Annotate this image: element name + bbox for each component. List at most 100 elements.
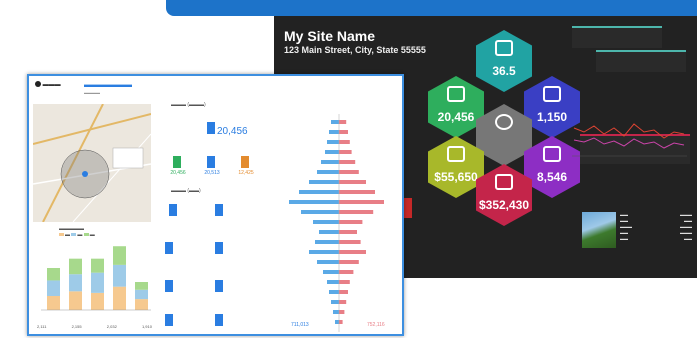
stacked-bar-segment xyxy=(47,280,60,296)
pyramid-bar-male xyxy=(329,130,339,134)
site-name: My Site Name xyxy=(284,28,376,44)
pyramid-bar-female xyxy=(339,120,347,124)
callout-households xyxy=(596,50,686,72)
bottom-value: 1,910 xyxy=(141,324,152,329)
pyramid-bar-female xyxy=(339,320,343,324)
bottom-value: 2,111 xyxy=(37,324,47,329)
stacked-bar-segment xyxy=(69,274,82,292)
age-group-icon xyxy=(215,204,223,216)
stacked-bar-segment xyxy=(47,296,60,310)
male-icon xyxy=(173,156,181,168)
bottom-value: 2,155 xyxy=(71,324,82,329)
pyramid-bar-male xyxy=(329,290,339,294)
dashboard-title: ▬▬▬▬▬▬ xyxy=(84,80,132,89)
stacked-bar-chart xyxy=(41,246,151,311)
screenshot-stage: { "colors": { "banner": "#1d73c9", "dark… xyxy=(0,0,697,338)
red-accent xyxy=(404,198,412,218)
pyramid-bar-male xyxy=(325,150,339,154)
pyramid-bar-female xyxy=(339,170,359,174)
data-network-icon xyxy=(495,114,513,130)
count-child: 20,513 xyxy=(204,170,220,176)
pyramid-bar-male xyxy=(301,210,339,214)
people-icon xyxy=(495,40,513,56)
footer-female: 752,116 xyxy=(367,322,385,328)
dashboard-subtitle: ▬▬▬▬ xyxy=(84,90,100,95)
stacked-bar-segment xyxy=(91,292,104,310)
pyramid-bar-female xyxy=(339,290,348,294)
stacked-bar-segment xyxy=(135,289,148,300)
stacked-bar-segment xyxy=(69,258,82,275)
pyramid-bar-female xyxy=(339,260,359,264)
pyramid-bar-male xyxy=(317,170,339,174)
esri-logo: ▬▬▬ xyxy=(35,81,61,88)
pyramid-bar-male xyxy=(331,120,339,124)
pyramid-bar-female xyxy=(339,210,374,214)
age-header: ▬▬▬ (▬▬) xyxy=(171,188,201,194)
age-group-icon xyxy=(165,242,173,254)
pyramid-bar-male xyxy=(319,230,339,234)
pyramid-bar-male xyxy=(309,180,339,184)
hex-median-age: 36.5 xyxy=(476,30,532,92)
pyramid-bar-male xyxy=(315,240,339,244)
property-photo xyxy=(582,212,616,248)
bottom-value: 2,032 xyxy=(106,324,117,329)
hex-home-value: $352,430 xyxy=(476,164,532,226)
pyramid-bar-male xyxy=(323,270,339,274)
age-group-icon xyxy=(215,280,223,292)
stacked-bar-segment xyxy=(135,299,148,310)
group-icon xyxy=(447,86,465,102)
age-group-icon xyxy=(165,314,173,326)
hex-population: 20,456 xyxy=(428,76,484,138)
stacked-bar-segment xyxy=(47,268,60,281)
footer-male: 711,013 xyxy=(291,322,309,328)
pyramid-bar-female xyxy=(339,300,347,304)
population-pyramid xyxy=(289,114,384,332)
pyramid-bar-male xyxy=(289,200,339,204)
pyramid-bar-female xyxy=(339,310,345,314)
home-value-icon xyxy=(495,174,513,190)
stacked-bar-segment xyxy=(69,291,82,310)
pyramid-bar-male xyxy=(333,310,339,314)
house-icon xyxy=(543,86,561,102)
pyramid-bar-female xyxy=(339,150,352,154)
pyramid-bar-female xyxy=(339,200,384,204)
money-icon xyxy=(447,146,465,162)
pyramid-bar-male xyxy=(321,160,339,164)
front-dashboard: ▬▬▬ ▬▬▬▬▬▬ ▬▬▬▬ ▬▬▬▬▬ ▬ ▬ ▬ 2,111 2,155 … xyxy=(27,74,404,336)
property-table: ▬▬ ▬▬▬ ▬▬ ▬▬ ▬▬▬ ▬▬▬ ▬▬ ▬▬▬ ▬▬ ▬▬ xyxy=(620,212,692,241)
hex-income: $55,650 xyxy=(428,136,484,198)
stacked-bar-segment xyxy=(135,282,148,290)
site-address: 123 Main Street, City, State 55555 xyxy=(284,45,426,55)
stacked-bar-segment xyxy=(91,272,104,293)
location-map[interactable] xyxy=(33,104,151,222)
child-icon xyxy=(207,156,215,168)
pyramid-bar-female xyxy=(339,130,348,134)
hex-center xyxy=(476,104,532,166)
stacked-bar-segment xyxy=(113,286,126,310)
pyramid-bar-male xyxy=(335,320,339,324)
callout-age xyxy=(572,26,662,48)
mini-line-chart xyxy=(572,123,687,157)
map-roads xyxy=(33,104,151,222)
female-icon xyxy=(241,156,249,168)
pyramid-bar-male xyxy=(313,220,339,224)
pyramid-bar-male xyxy=(299,190,339,194)
count-female: 12,425 xyxy=(238,170,254,176)
pyramid-bar-female xyxy=(339,140,350,144)
pyramid-bar-male xyxy=(327,140,339,144)
count-male: 20,456 xyxy=(170,170,186,176)
pyramid-bar-female xyxy=(339,230,357,234)
pyramid-bar-female xyxy=(339,160,356,164)
pyramid-bar-female xyxy=(339,250,366,254)
hex-cluster: 36.5 20,456 1,150 $55,650 8,546 $352,430 xyxy=(414,30,594,260)
population-column: ▬▬▬ (▬▬▬) 20,456 20,456 20,513 12,425 ▬▬… xyxy=(157,100,275,334)
age-group-icon xyxy=(215,314,223,326)
pyramid-bar-female xyxy=(339,220,363,224)
population-header: ▬▬▬ (▬▬▬) xyxy=(171,102,206,108)
pyramid-bar-male xyxy=(309,250,339,254)
pyramid-bar-female xyxy=(339,240,361,244)
pyramid-bar-male xyxy=(317,260,339,264)
age-group-icon xyxy=(169,204,177,216)
pyramid-bar-male xyxy=(331,300,339,304)
stacked-bar-segment xyxy=(113,246,126,265)
